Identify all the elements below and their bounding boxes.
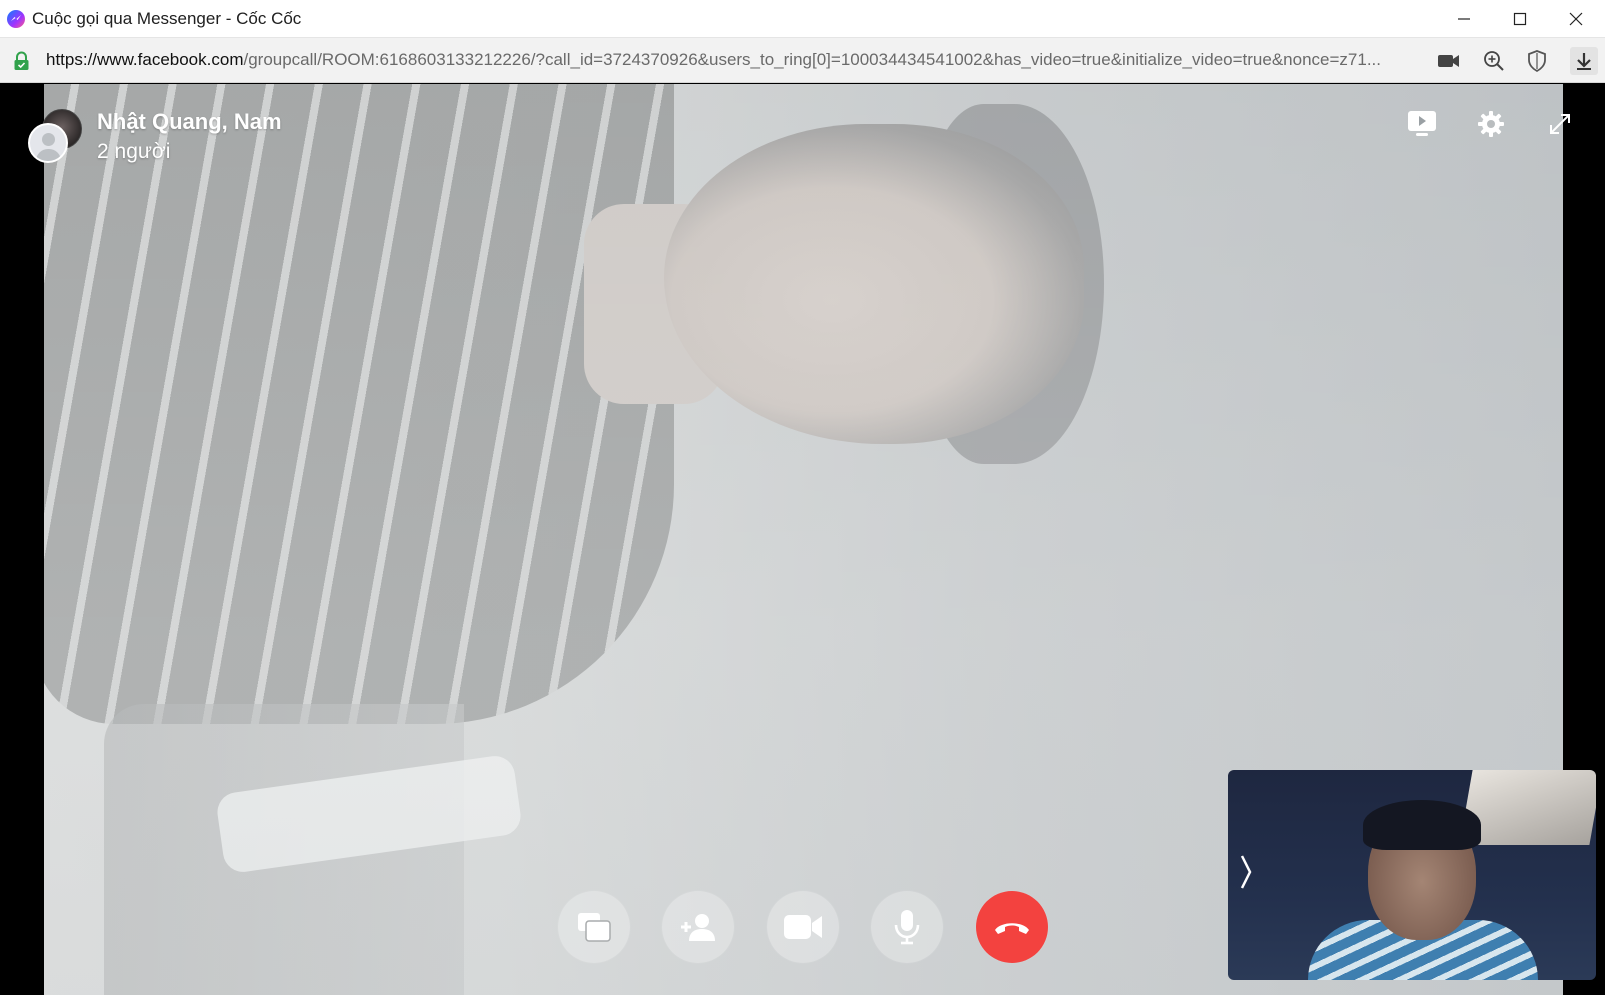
maximize-button[interactable] — [1492, 0, 1548, 38]
hang-up-icon — [995, 923, 1029, 934]
gear-icon[interactable] — [1473, 106, 1509, 142]
screen-icon[interactable] — [1404, 106, 1440, 142]
video-toggle-button[interactable] — [767, 891, 839, 963]
default-avatar-icon — [28, 123, 68, 163]
lock-icon[interactable] — [12, 51, 31, 71]
download-icon[interactable] — [1570, 47, 1598, 75]
messenger-icon — [7, 10, 25, 28]
end-call-button[interactable] — [976, 891, 1048, 963]
camera-permission-icon[interactable] — [1436, 48, 1462, 74]
avatar-head — [42, 133, 55, 146]
avatar-body — [36, 149, 61, 161]
microphone-icon — [894, 910, 920, 945]
call-participants-count: 2 người — [97, 140, 171, 163]
zoom-icon[interactable] — [1481, 48, 1507, 74]
call-participants-name: Nhật Quang, Nam — [97, 109, 282, 134]
video-camera-icon — [784, 915, 822, 939]
close-button[interactable] — [1548, 0, 1604, 38]
window-titlebar: Cuộc gọi qua Messenger - Cốc Cốc — [0, 0, 1605, 38]
screens-icon — [578, 913, 611, 942]
self-video-preview[interactable] — [1228, 770, 1596, 980]
share-screen-button[interactable] — [558, 891, 630, 963]
url-host: https://www.facebook.com — [46, 50, 244, 69]
add-person-icon — [681, 914, 715, 941]
address-bar[interactable]: https://www.facebook.com/groupcall/ROOM:… — [0, 38, 1605, 83]
url-field[interactable]: https://www.facebook.com/groupcall/ROOM:… — [46, 50, 1421, 70]
minimize-button[interactable] — [1436, 0, 1492, 38]
self-video-hair — [1363, 800, 1481, 850]
call-area: Nhật Quang, Nam 2 người — [0, 84, 1605, 995]
mic-toggle-button[interactable] — [871, 891, 943, 963]
url-path: /groupcall/ROOM:6168603133212226/?call_i… — [243, 50, 1381, 69]
chevron-right-icon[interactable] — [1236, 852, 1256, 892]
shield-icon[interactable] — [1524, 48, 1550, 74]
expand-icon[interactable] — [1542, 106, 1578, 142]
window-title: Cuộc gọi qua Messenger - Cốc Cốc — [32, 9, 302, 28]
add-person-button[interactable] — [662, 891, 734, 963]
